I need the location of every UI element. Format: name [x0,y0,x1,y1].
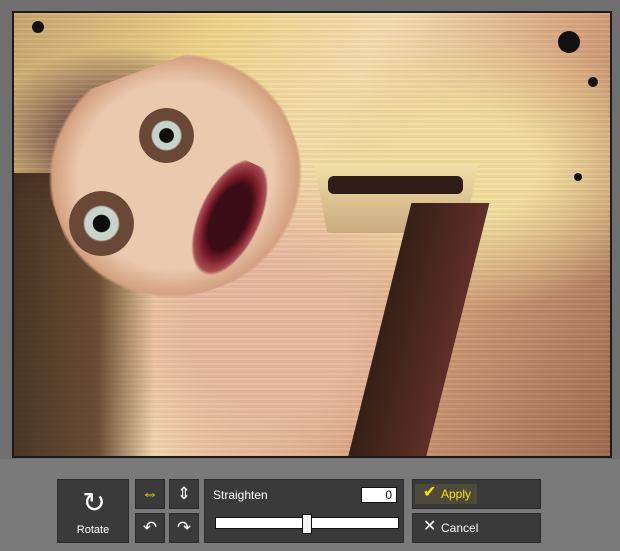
flip-vertical-button[interactable]: ⇕ [169,479,199,509]
apply-label: Apply [441,487,472,501]
rotate-label: Rotate [76,524,110,536]
ink-splatter [32,21,44,33]
straighten-slider-thumb[interactable] [302,514,312,534]
close-icon: ✕ [423,518,437,535]
straighten-toolbar: ↻ Rotate ⇔ ⇕ ↶ ↷ Straighten ✔ Apply ✕ C [0,459,620,551]
flip-horizontal-button[interactable]: ⇔ [135,479,165,509]
straighten-panel: Straighten [204,479,404,543]
edited-photo [12,11,612,458]
photo-frame-hole [328,176,463,194]
rotate-button[interactable]: ↻ Rotate [57,479,129,543]
flip-horizontal-icon: ⇔ [141,484,159,503]
ink-splatter [574,173,582,181]
rotate-right-icon: ↷ [176,518,192,537]
rotate-left-button[interactable]: ↶ [135,513,165,543]
ink-splatter [558,31,580,53]
straighten-value-input[interactable] [361,487,397,503]
flip-vertical-icon: ⇕ [176,484,192,503]
cancel-button[interactable]: ✕ Cancel [412,513,541,543]
photo-eye-left [139,108,194,163]
editor-canvas [0,0,620,459]
ink-splatter [588,77,598,87]
straighten-label: Straighten [213,488,268,502]
checkmark-icon: ✔ [423,484,437,501]
rotate-icon: ↻ [82,487,106,518]
rotate-left-icon: ↶ [142,518,158,537]
cancel-label: Cancel [441,521,479,535]
tool-group: ↻ Rotate ⇔ ⇕ ↶ ↷ Straighten ✔ Apply ✕ C [57,479,541,545]
photo-eye-right [69,191,134,256]
photo-strap [346,203,490,456]
rotate-right-button[interactable]: ↷ [169,513,199,543]
apply-button[interactable]: ✔ Apply [412,479,541,509]
